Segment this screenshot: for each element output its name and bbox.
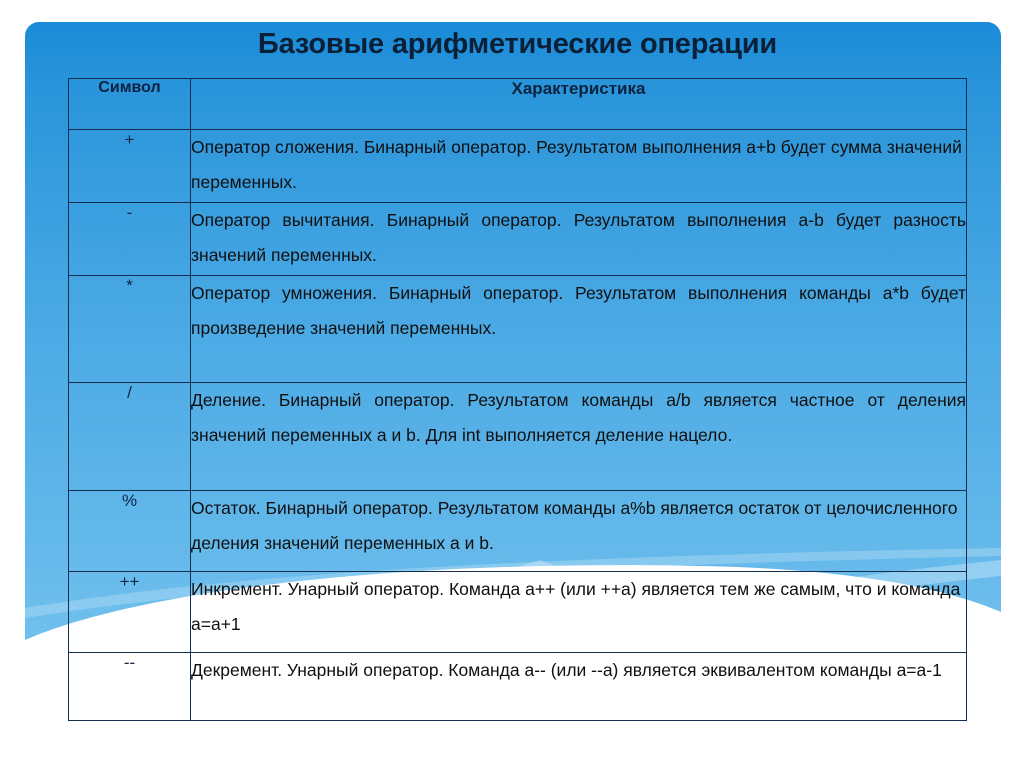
slide-canvas: Базовые арифметические операции Символ Х… <box>0 0 1024 767</box>
page-title: Базовые арифметические операции <box>257 28 778 60</box>
operator-description: Инкремент. Унарный оператор. Команда a++… <box>190 571 967 653</box>
operator-description: Оператор вычитания. Бинарный оператор. Р… <box>190 202 967 276</box>
column-header-description: Характеристика <box>190 78 967 130</box>
operator-symbol: % <box>68 490 191 572</box>
arithmetic-operations-table: Символ Характеристика + Оператор сложени… <box>68 78 967 721</box>
column-header-symbol: Символ <box>68 78 191 130</box>
operator-description: Оператор умножения. Бинарный оператор. Р… <box>190 275 967 383</box>
operator-symbol: + <box>68 129 191 203</box>
operator-description: Декремент. Унарный оператор. Команда a--… <box>190 652 967 721</box>
table-row: / Деление. Бинарный оператор. Результато… <box>68 382 967 491</box>
table-row: * Оператор умножения. Бинарный оператор.… <box>68 275 967 383</box>
table-row: % Остаток. Бинарный оператор. Результато… <box>68 490 967 572</box>
operator-symbol: ++ <box>68 571 191 653</box>
operator-description: Остаток. Бинарный оператор. Результатом … <box>190 490 967 572</box>
table-header-row: Символ Характеристика <box>68 78 967 130</box>
operator-symbol: -- <box>68 652 191 721</box>
operator-symbol: / <box>68 382 191 491</box>
operator-symbol: - <box>68 202 191 276</box>
table-row: + Оператор сложения. Бинарный оператор. … <box>68 129 967 203</box>
operator-description: Оператор сложения. Бинарный оператор. Ре… <box>190 129 967 203</box>
table-row: ++ Инкремент. Унарный оператор. Команда … <box>68 571 967 653</box>
operator-description: Деление. Бинарный оператор. Результатом … <box>190 382 967 491</box>
operator-symbol: * <box>68 275 191 383</box>
table-row: - Оператор вычитания. Бинарный оператор.… <box>68 202 967 276</box>
table-row: -- Декремент. Унарный оператор. Команда … <box>68 652 967 721</box>
